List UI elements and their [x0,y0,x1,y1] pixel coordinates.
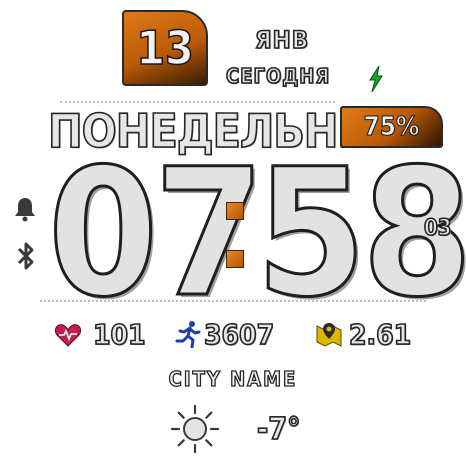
steps-value: 3607 [203,317,275,352]
heart-icon [54,324,82,347]
map-pin-icon [316,323,342,347]
colon-dot-top [226,202,244,220]
bell-icon [15,198,35,222]
date-day: 13 [135,20,194,76]
city-name: CITY NAME [168,366,298,391]
distance-value: 2.61 [348,317,412,352]
heart-rate-value: 101 [92,317,146,352]
divider-bottom [40,300,426,302]
time-seconds: 03 [423,215,452,242]
sun-icon [170,404,220,454]
today-label: СЕГОДНЯ [225,63,331,89]
lightning-icon [369,66,383,92]
time-hours: 07 [46,131,265,336]
temperature-value: -7° [256,411,301,448]
bluetooth-icon [17,242,34,270]
colon-dot-bottom [226,250,244,268]
month-label: ЯНВ [254,25,310,55]
running-icon [175,321,201,348]
divider-top [60,101,335,103]
